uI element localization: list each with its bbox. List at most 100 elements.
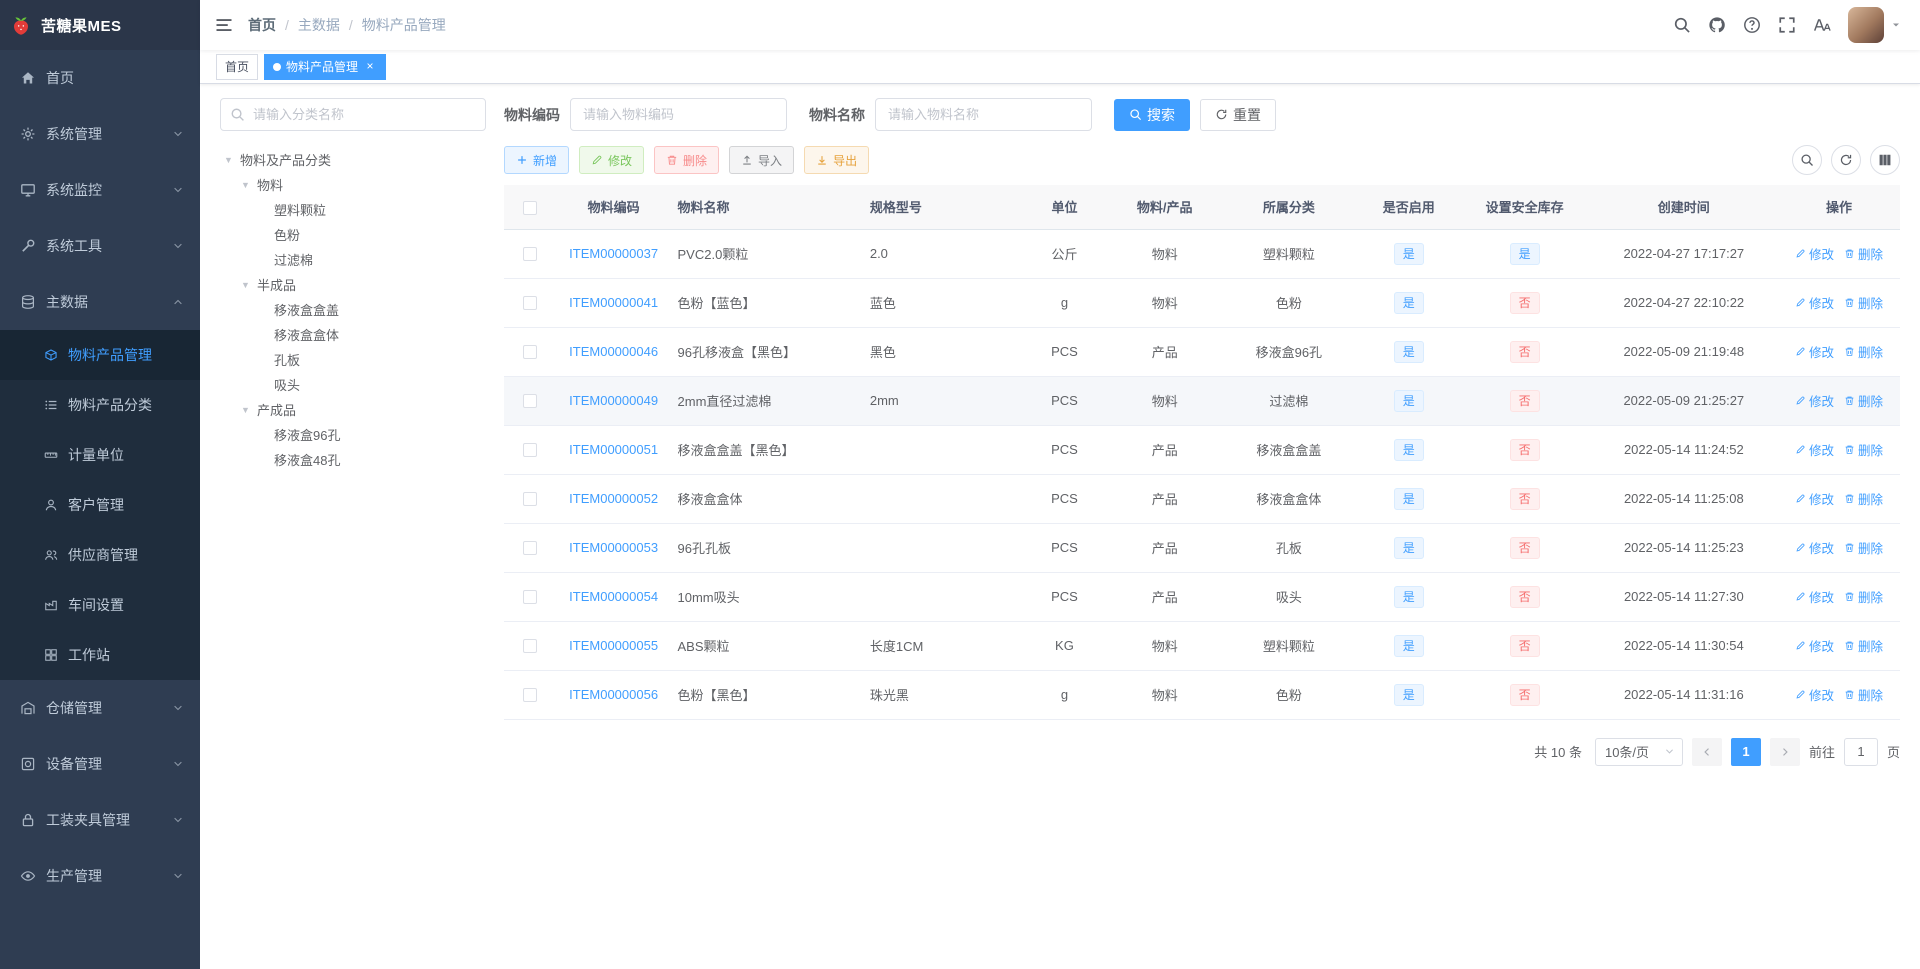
tree-node[interactable]: ▼ 物料 (224, 172, 486, 197)
tree-node[interactable]: ▼ 产成品 (224, 397, 486, 422)
goto-page-input[interactable] (1843, 737, 1878, 766)
sidebar-subitem[interactable]: 物料产品分类 (0, 380, 200, 430)
tree-node[interactable]: 吸头 (224, 372, 486, 397)
tree-node[interactable]: 移液盒48孔 (224, 447, 486, 472)
toggle-search-button[interactable] (1792, 145, 1822, 175)
row-checkbox[interactable] (522, 590, 537, 605)
item-code-link[interactable]: ITEM00000041 (569, 295, 658, 310)
delete-button[interactable]: 删除 (654, 146, 720, 174)
app-logo[interactable]: 苦糖果MES (0, 0, 200, 50)
github-icon[interactable] (1708, 16, 1726, 34)
delete-row-button[interactable]: 删除 (1844, 636, 1883, 655)
sidebar-item[interactable]: 生产管理 (0, 848, 200, 904)
sidebar-item[interactable]: 工装夹具管理 (0, 792, 200, 848)
edit-row-button[interactable]: 修改 (1795, 587, 1834, 606)
edit-row-button[interactable]: 修改 (1795, 538, 1834, 557)
import-button[interactable]: 导入 (729, 146, 795, 174)
search-button[interactable]: 搜索 (1114, 98, 1190, 131)
reset-button[interactable]: 重置 (1200, 98, 1276, 131)
item-code-link[interactable]: ITEM00000054 (569, 589, 658, 604)
sidebar-subitem[interactable]: 供应商管理 (0, 530, 200, 580)
edit-row-button[interactable]: 修改 (1795, 391, 1834, 410)
sidebar-subitem[interactable]: 物料产品管理 (0, 330, 200, 380)
tree-node[interactable]: 移液盒盒体 (224, 322, 486, 347)
edit-row-button[interactable]: 修改 (1795, 440, 1834, 459)
edit-row-button[interactable]: 修改 (1795, 342, 1834, 361)
hamburger-icon[interactable] (214, 15, 234, 35)
item-code-link[interactable]: ITEM00000046 (569, 344, 658, 359)
select-all-checkbox[interactable] (522, 200, 537, 215)
sidebar-item[interactable]: 主数据 (0, 274, 200, 330)
sidebar-item[interactable]: 仓储管理 (0, 680, 200, 736)
page-size-select[interactable]: 10条/页 (1594, 737, 1683, 766)
breadcrumb-item[interactable]: 首页 (248, 15, 276, 35)
sidebar-item[interactable]: 设备管理 (0, 736, 200, 792)
user-avatar[interactable] (1848, 7, 1884, 43)
tree-node[interactable]: 孔板 (224, 347, 486, 372)
row-checkbox[interactable] (522, 492, 537, 507)
sidebar-item[interactable]: 系统监控 (0, 162, 200, 218)
category-search-input[interactable] (220, 98, 486, 131)
row-checkbox[interactable] (522, 345, 537, 360)
fullscreen-icon[interactable] (1778, 16, 1796, 34)
edit-row-button[interactable]: 修改 (1795, 685, 1834, 704)
sidebar-item[interactable]: 系统管理 (0, 106, 200, 162)
sidebar-item[interactable]: 系统工具 (0, 218, 200, 274)
export-button[interactable]: 导出 (804, 146, 870, 174)
sidebar-subitem[interactable]: 车间设置 (0, 580, 200, 630)
item-code-link[interactable]: ITEM00000052 (569, 491, 658, 506)
tree-node[interactable]: ▼ 半成品 (224, 272, 486, 297)
row-checkbox[interactable] (522, 688, 537, 703)
column-settings-button[interactable] (1870, 145, 1900, 175)
tab-item[interactable]: 首页 (216, 53, 259, 80)
tree-node[interactable]: 过滤棉 (224, 247, 486, 272)
item-code-link[interactable]: ITEM00000049 (569, 393, 658, 408)
row-checkbox[interactable] (522, 296, 537, 311)
edit-row-button[interactable]: 修改 (1795, 636, 1834, 655)
delete-row-button[interactable]: 删除 (1844, 538, 1883, 557)
header-search-icon[interactable] (1673, 16, 1691, 34)
tab-item[interactable]: 物料产品管理 × (264, 53, 387, 80)
user-menu[interactable] (1848, 7, 1902, 43)
add-button[interactable]: 新增 (504, 146, 570, 174)
tree-node[interactable]: 移液盒盒盖 (224, 297, 486, 322)
item-code-link[interactable]: ITEM00000053 (569, 540, 658, 555)
help-icon[interactable] (1743, 16, 1761, 34)
sidebar-subitem[interactable]: 工作站 (0, 630, 200, 680)
sidebar-subitem[interactable]: 计量单位 (0, 430, 200, 480)
prev-page-button[interactable] (1691, 737, 1722, 766)
delete-row-button[interactable]: 删除 (1844, 685, 1883, 704)
sidebar-item[interactable]: 首页 (0, 50, 200, 106)
delete-row-button[interactable]: 删除 (1844, 391, 1883, 410)
delete-row-button[interactable]: 删除 (1844, 440, 1883, 459)
edit-row-button[interactable]: 修改 (1795, 489, 1834, 508)
code-filter-input[interactable] (570, 98, 787, 131)
item-code-link[interactable]: ITEM00000055 (569, 638, 658, 653)
tree-node[interactable]: 色粉 (224, 222, 486, 247)
item-code-link[interactable]: ITEM00000051 (569, 442, 658, 457)
name-filter-input[interactable] (875, 98, 1092, 131)
delete-row-button[interactable]: 删除 (1844, 244, 1883, 263)
next-page-button[interactable] (1769, 737, 1800, 766)
edit-button[interactable]: 修改 (579, 146, 645, 174)
tree-node[interactable]: ▼ 物料及产品分类 (224, 147, 486, 172)
sidebar-subitem[interactable]: 客户管理 (0, 480, 200, 530)
close-icon[interactable]: × (363, 59, 377, 74)
row-checkbox[interactable] (522, 443, 537, 458)
tree-node[interactable]: 移液盒96孔 (224, 422, 486, 447)
tree-node[interactable]: 塑料颗粒 (224, 197, 486, 222)
delete-row-button[interactable]: 删除 (1844, 293, 1883, 312)
delete-row-button[interactable]: 删除 (1844, 342, 1883, 361)
row-checkbox[interactable] (522, 247, 537, 262)
edit-row-button[interactable]: 修改 (1795, 244, 1834, 263)
item-code-link[interactable]: ITEM00000056 (569, 687, 658, 702)
delete-row-button[interactable]: 删除 (1844, 489, 1883, 508)
row-checkbox[interactable] (522, 639, 537, 654)
item-code-link[interactable]: ITEM00000037 (569, 246, 658, 261)
row-checkbox[interactable] (522, 394, 537, 409)
row-checkbox[interactable] (522, 541, 537, 556)
font-size-icon[interactable] (1813, 16, 1831, 34)
refresh-table-button[interactable] (1831, 145, 1861, 175)
page-number-button[interactable]: 1 (1730, 737, 1761, 766)
edit-row-button[interactable]: 修改 (1795, 293, 1834, 312)
